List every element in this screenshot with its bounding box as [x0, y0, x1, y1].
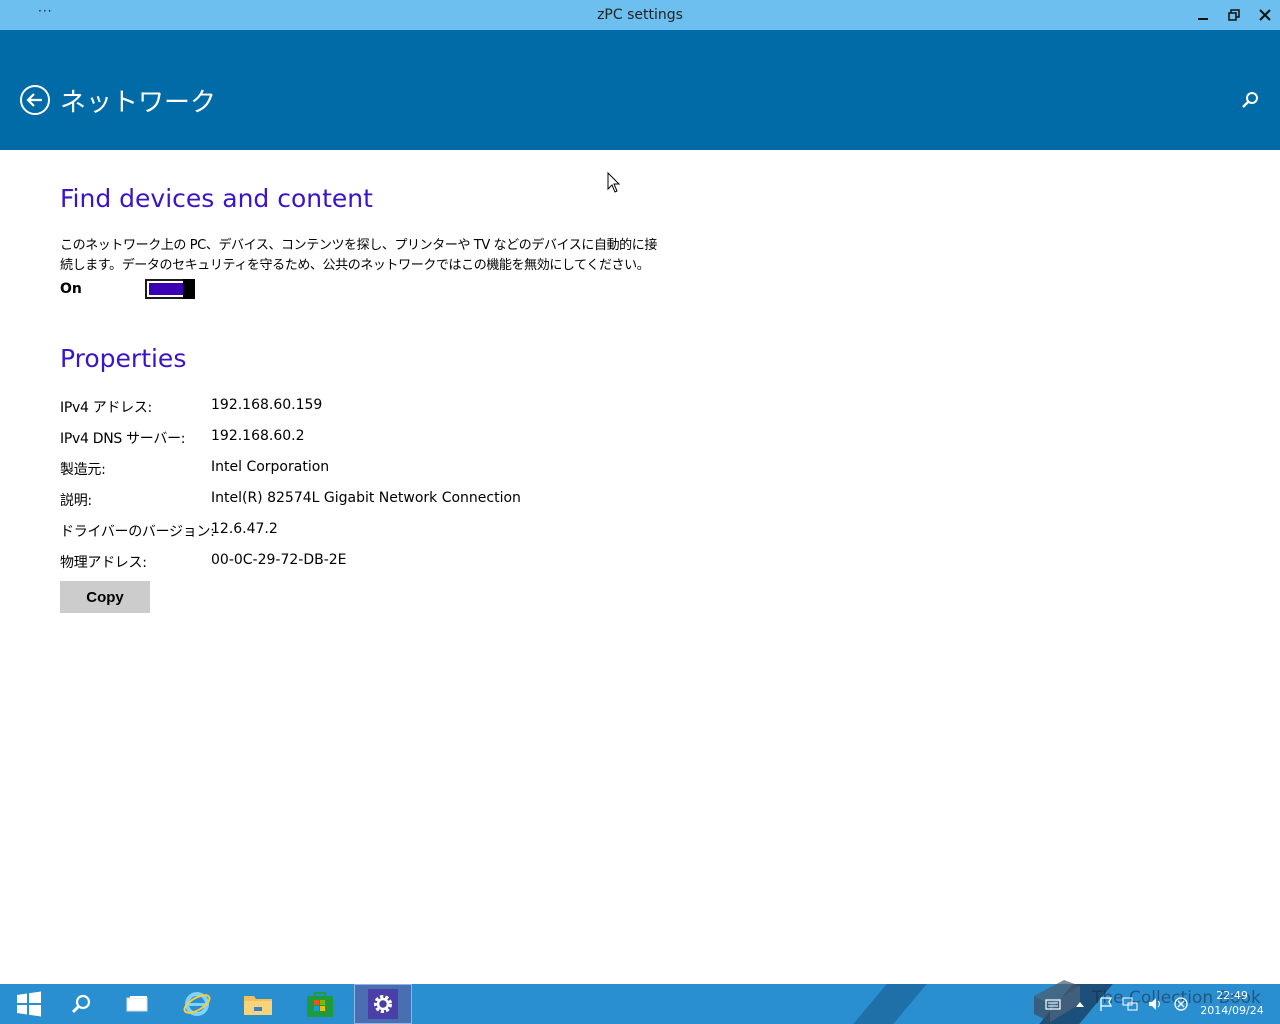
search-icon: [71, 994, 91, 1014]
keyboard-icon[interactable]: [1045, 996, 1061, 1012]
property-label: 製造元:: [60, 462, 106, 478]
internet-explorer-button[interactable]: [168, 984, 226, 1024]
window-titlebar: ··· zPC settings: [0, 0, 1280, 30]
network-icon[interactable]: [1122, 996, 1138, 1012]
property-label: IPv4 DNS サーバー:: [60, 431, 186, 447]
task-view-button[interactable]: [108, 984, 166, 1024]
property-value: 192.168.60.159: [211, 397, 323, 413]
find-devices-heading: Find devices and content: [60, 184, 373, 213]
start-button[interactable]: [0, 984, 58, 1024]
property-value: Intel(R) 82574L Gigabit Network Connecti…: [211, 490, 521, 506]
clock-time: 22:49: [1216, 989, 1248, 1002]
back-button[interactable]: [19, 84, 51, 116]
start-icon: [17, 991, 41, 1017]
file-explorer-icon: [244, 996, 272, 1015]
task-view-icon: [126, 996, 148, 1012]
property-row: IPv4 DNS サーバー: 192.168.60.2: [60, 428, 700, 450]
clock-date: 2014/09/24: [1200, 1004, 1264, 1017]
restore-button[interactable]: [1218, 0, 1250, 30]
window-title: zPC settings: [597, 7, 683, 23]
property-row: 製造元: Intel Corporation: [60, 459, 700, 481]
chevron-up-icon[interactable]: [1072, 996, 1088, 1012]
toggle-thumb[interactable]: [183, 279, 195, 299]
internet-explorer-icon: [183, 992, 211, 1016]
toggle-fill: [149, 283, 184, 295]
property-label: 物理アドレス:: [60, 555, 147, 571]
settings-button[interactable]: [354, 984, 412, 1024]
page-title: ネットワーク: [60, 88, 217, 118]
store-icon: [307, 992, 333, 1017]
mouse-cursor-icon: [607, 172, 621, 193]
close-button[interactable]: [1249, 0, 1280, 30]
close-icon: [1259, 9, 1271, 21]
status-error-icon[interactable]: [1173, 996, 1189, 1012]
property-label: ドライバーのバージョン:: [60, 524, 215, 540]
property-row: ドライバーのバージョン: 12.6.47.2: [60, 521, 700, 543]
property-label: IPv4 アドレス:: [60, 400, 152, 416]
property-label: 説明:: [60, 493, 92, 509]
taskbar-decoration: [853, 984, 927, 1024]
restore-icon: [1228, 9, 1240, 21]
page-header: ネットワーク: [0, 30, 1280, 150]
find-devices-toggle[interactable]: [145, 279, 195, 299]
property-value: 192.168.60.2: [211, 428, 305, 444]
volume-icon[interactable]: [1147, 996, 1163, 1012]
minimize-icon: [1198, 18, 1208, 20]
properties-heading: Properties: [60, 344, 187, 373]
property-value: 12.6.47.2: [211, 521, 278, 537]
flag-icon[interactable]: [1098, 996, 1114, 1012]
search-button[interactable]: [1240, 90, 1260, 110]
copy-button[interactable]: Copy: [60, 581, 150, 613]
file-explorer-button[interactable]: [229, 984, 287, 1024]
property-row: 物理アドレス: 00-0C-29-72-DB-2E: [60, 552, 700, 574]
back-arrow-icon: [20, 85, 50, 115]
toggle-state-label: On: [60, 281, 82, 297]
taskbar-search-button[interactable]: [52, 984, 110, 1024]
taskbar: The Collection Book 22:49 2014/09/24: [0, 980, 1280, 1024]
store-button[interactable]: [291, 984, 349, 1024]
taskbar-clock[interactable]: 22:49 2014/09/24: [1200, 988, 1264, 1018]
search-icon: [1242, 92, 1258, 108]
minimize-button[interactable]: [1187, 0, 1219, 30]
property-value: Intel Corporation: [211, 459, 330, 475]
property-row: 説明: Intel(R) 82574L Gigabit Network Conn…: [60, 490, 700, 512]
property-value: 00-0C-29-72-DB-2E: [211, 552, 347, 568]
property-row: IPv4 アドレス: 192.168.60.159: [60, 397, 700, 419]
find-devices-description: このネットワーク上の PC、デバイス、コンテンツを探し、プリンターや TV など…: [60, 238, 657, 273]
settings-icon: [368, 989, 398, 1019]
